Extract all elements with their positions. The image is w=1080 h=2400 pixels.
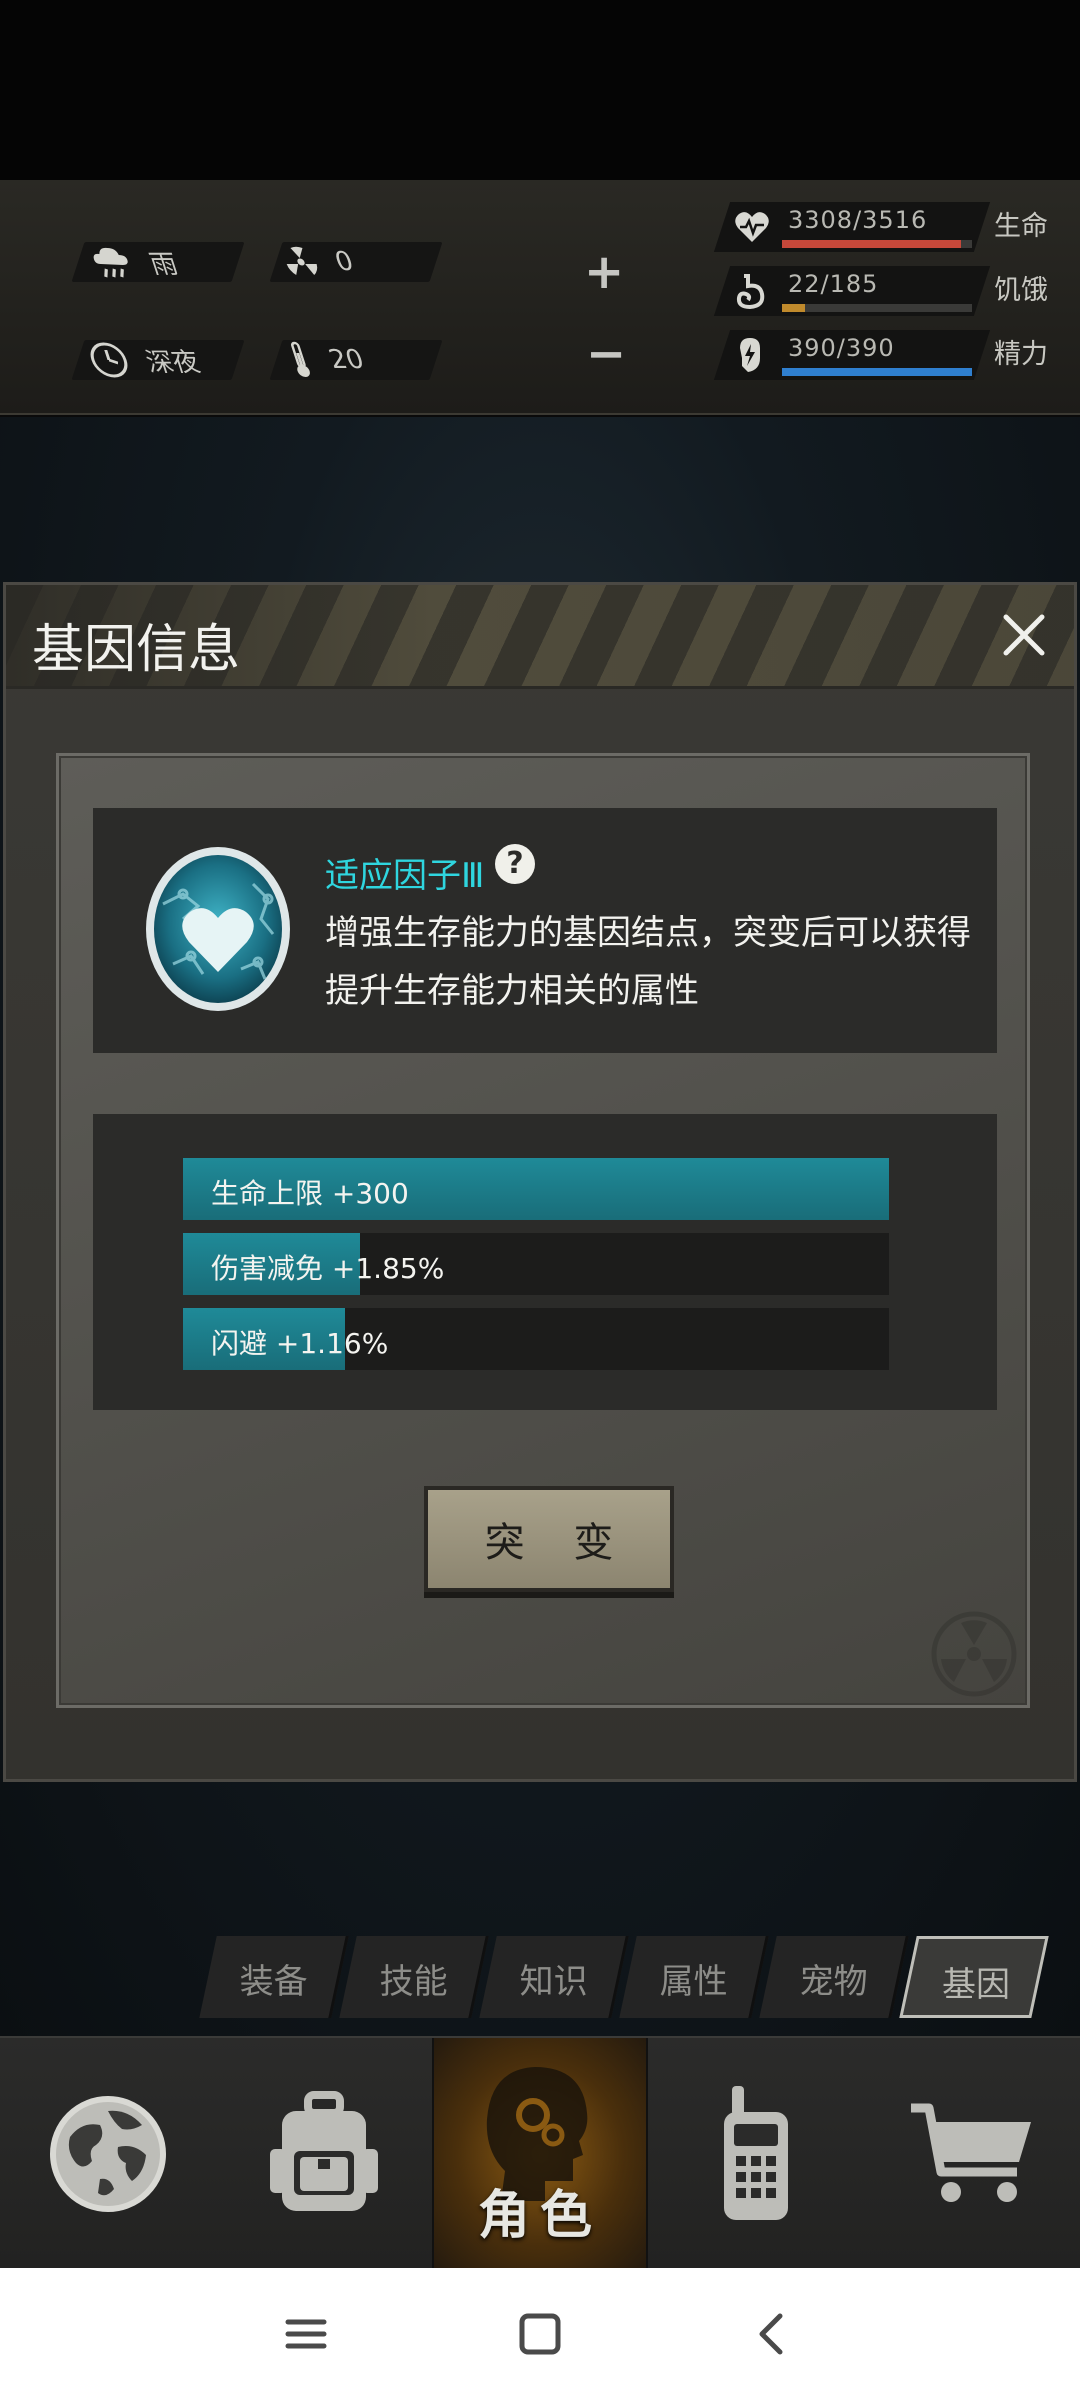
gene-name: 适应因子Ⅲ [325,856,485,896]
dialog-title: 基因信息 [32,620,241,680]
nav-shop[interactable] [864,2038,1080,2270]
nav-character[interactable]: 角色 [432,2038,648,2270]
attribute-list: 生命上限 +300 伤害减免 +1.85% 闪避 +1.16% [93,1114,997,1410]
gene-description: 增强生存能力的基因结点，突变后可以获得提升生存能力相关的属性 [325,913,971,1011]
tab-attributes[interactable]: 属性 [619,1936,769,2018]
vital-hunger: 22/185 饥饿 [713,266,1062,322]
menu-icon[interactable] [274,2302,338,2366]
dialog-header: 基因信息 [6,585,1074,689]
walkie-talkie-icon [724,2086,788,2220]
hunger-bar-fill [782,304,805,312]
system-navigation-bar [0,2268,1080,2400]
nav-character-label: 角色 [477,2186,602,2246]
backpack-icon [270,2091,378,2211]
attribute-label: 闪避 +1.16% [211,1327,389,1360]
tab-genes[interactable]: 基因 [899,1936,1049,2018]
back-icon[interactable] [740,2302,804,2366]
vital-health: 3308/3516 生命 [713,202,1062,258]
home-icon[interactable] [508,2302,572,2366]
tab-skills[interactable]: 技能 [339,1936,489,2018]
close-icon[interactable] [992,603,1056,667]
vital-energy: 390/390 精力 [713,330,1062,386]
minus-icon[interactable]: − [586,330,626,378]
health-label: 生命 [994,211,1048,242]
plus-icon[interactable]: + [584,248,624,296]
stomach-icon [736,274,765,310]
tab-equipment[interactable]: 装备 [199,1936,349,2018]
top-blackout [0,0,1080,180]
gene-info-box: 适应因子Ⅲ ? 增强生存能力的基因结点，突变后可以获得提升生存能力相关的属性 [93,808,997,1053]
energy-label: 精力 [994,339,1048,370]
gene-heart-icon [146,847,290,1011]
hunger-value: 22/185 [788,270,879,298]
energy-bar-fill [782,368,972,376]
gene-info-dialog: 基因信息 适应因子Ⅲ ? 增强生存能力的基因结点，突变后可以获得提升生存能力相关… [3,582,1077,1782]
gene-detail-panel: 适应因子Ⅲ ? 增强生存能力的基因结点，突变后可以获得提升生存能力相关的属性 生… [56,753,1030,1708]
radiation-watermark-icon [931,1611,1017,1697]
status-bar: 雨 0 深夜 20 + − 3308/3516 生命 22/185 饥饿 390… [0,180,1080,560]
mutate-button-label: 突 变 [484,1520,632,1566]
nav-backpack[interactable] [216,2038,432,2270]
energy-icon [740,338,760,372]
tab-pets[interactable]: 宠物 [759,1936,909,2018]
globe-icon [50,2096,166,2212]
energy-value: 390/390 [788,334,895,362]
attribute-row-dodge: 闪避 +1.16% [183,1308,889,1370]
category-tabs: 装备 技能 知识 属性 宠物 基因 [190,1936,1060,2018]
attribute-row-max-hp: 生命上限 +300 [183,1158,889,1220]
nav-radio[interactable] [648,2038,864,2270]
mutate-button[interactable]: 突 变 [424,1486,674,1592]
help-icon[interactable]: ? [495,844,535,884]
nav-world[interactable] [0,2038,216,2270]
attribute-row-damage-reduction: 伤害减免 +1.85% [183,1233,889,1295]
bottom-navigation: 角色 [0,2036,1080,2270]
cart-icon [911,2103,1031,2202]
heart-pulse-icon [735,212,769,242]
health-value: 3308/3516 [788,206,928,234]
health-bar-fill [782,240,961,248]
tab-knowledge[interactable]: 知识 [479,1936,629,2018]
attribute-label: 生命上限 +300 [211,1177,409,1210]
attribute-label: 伤害减免 +1.85% [211,1252,445,1285]
hunger-label: 饥饿 [994,275,1048,306]
